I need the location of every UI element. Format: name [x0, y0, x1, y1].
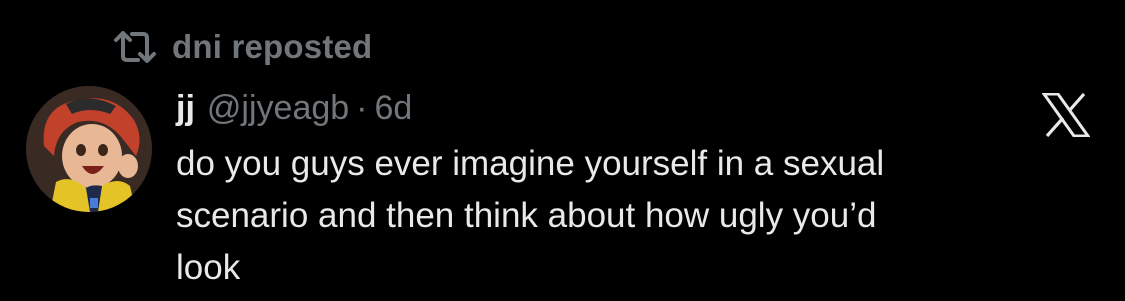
- tweet-header: jj @jjyeagb · 6d: [176, 84, 412, 132]
- x-logo-icon: [1041, 92, 1091, 138]
- timestamp[interactable]: 6d: [375, 89, 413, 128]
- display-name[interactable]: jj: [176, 89, 195, 128]
- repost-label[interactable]: dni reposted: [172, 28, 372, 66]
- avatar[interactable]: [26, 86, 152, 212]
- repost-header[interactable]: dni reposted: [112, 26, 372, 68]
- tweet-text: do you guys ever imagine yourself in a s…: [176, 144, 885, 287]
- user-handle[interactable]: @jjyeagb: [207, 89, 349, 128]
- repost-icon: [112, 28, 158, 66]
- avatar-image: [26, 86, 152, 212]
- separator-dot: ·: [356, 88, 368, 127]
